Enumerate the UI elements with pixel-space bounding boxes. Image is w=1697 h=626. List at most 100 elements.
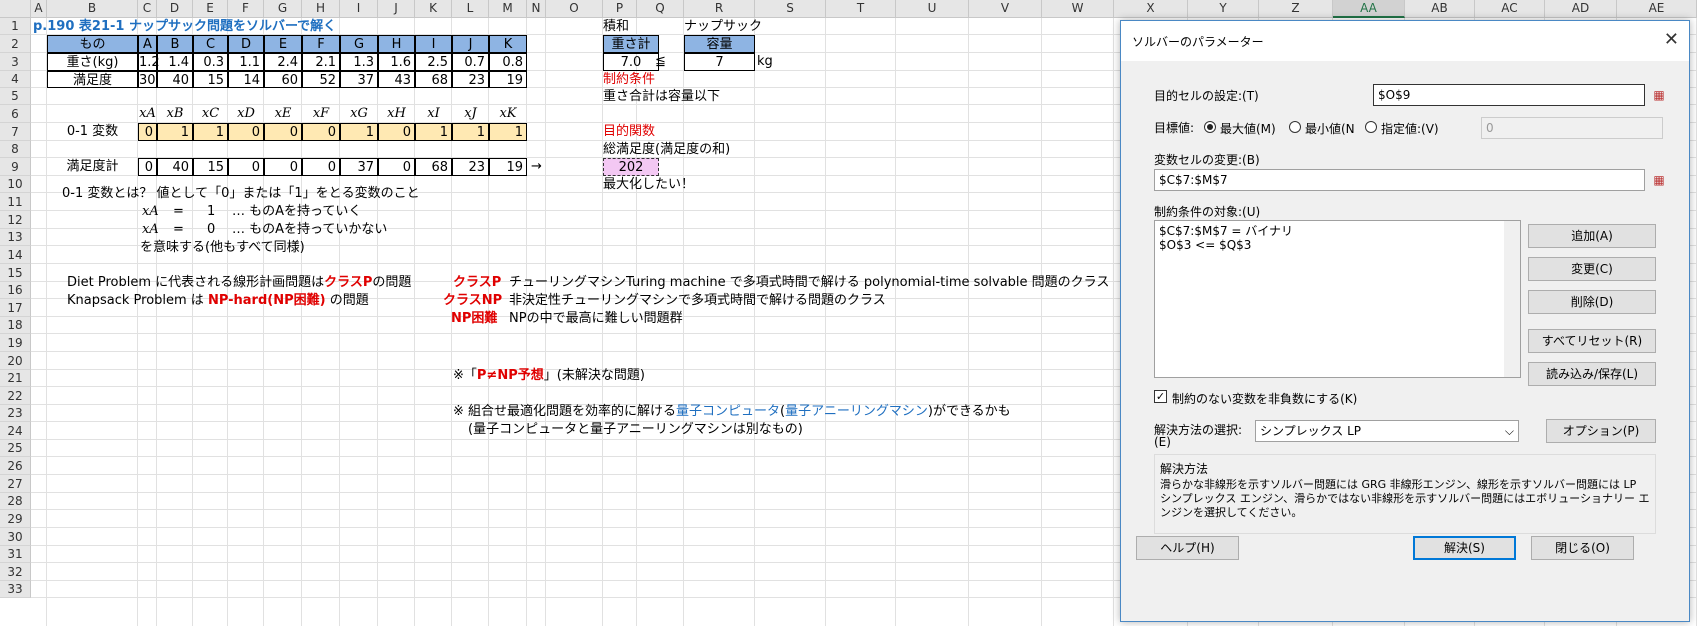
range-select-icon[interactable]: ▦ <box>1648 85 1670 105</box>
var-name[interactable]: xD <box>228 105 264 123</box>
column-header-U[interactable]: U <box>896 0 969 18</box>
var-name[interactable]: xI <box>415 105 452 123</box>
total-value[interactable]: 0 <box>138 158 157 176</box>
row-header-10[interactable]: 10 <box>0 176 31 193</box>
vars-input[interactable]: $C$7:$M$7 <box>1154 169 1645 191</box>
row-header-7[interactable]: 7 <box>0 123 31 141</box>
satisfaction-value[interactable]: 40 <box>157 71 193 88</box>
total-value[interactable]: 40 <box>157 158 193 176</box>
radio-value[interactable] <box>1365 121 1377 133</box>
sumprod-label[interactable]: 積和 <box>603 18 637 35</box>
leq-symbol[interactable]: ≦ <box>637 53 684 71</box>
var-name[interactable]: xB <box>157 105 193 123</box>
maximize-text[interactable]: 最大化したい！ <box>603 176 753 193</box>
binary-value[interactable]: 1 <box>340 123 378 141</box>
total-value[interactable]: 23 <box>452 158 489 176</box>
solver-parameters-dialog[interactable]: ソルバーのパラメーター ✕ 目的セルの設定:(T) $O$9 ▦ 目標値: 最大… <box>1120 20 1690 622</box>
row-header-28[interactable]: 28 <box>0 493 31 510</box>
load-save-button[interactable]: 読み込み/保存(L) <box>1528 362 1656 386</box>
column-header-P[interactable]: P <box>603 0 637 18</box>
column-header-I[interactable]: I <box>340 0 378 18</box>
binary-value[interactable]: 0 <box>378 123 415 141</box>
row-header-3[interactable]: 3 <box>0 53 31 71</box>
item-name[interactable]: D <box>228 35 264 53</box>
column-header-Z[interactable]: Z <box>1259 0 1333 18</box>
reset-all-button[interactable]: すべてリセット(R) <box>1528 329 1656 353</box>
column-header-AB[interactable]: AB <box>1405 0 1475 18</box>
add-button[interactable]: 追加(A) <box>1528 224 1656 248</box>
row-header-8[interactable]: 8 <box>0 141 31 158</box>
row-header-5[interactable]: 5 <box>0 88 31 105</box>
satisfaction-value[interactable]: 23 <box>452 71 489 88</box>
var-name[interactable]: xH <box>378 105 415 123</box>
column-header-A[interactable]: A <box>31 0 47 18</box>
range-select-icon[interactable]: ▦ <box>1648 170 1670 190</box>
row-header-4[interactable]: 4 <box>0 71 31 88</box>
column-header-G[interactable]: G <box>264 0 302 18</box>
constraint-text[interactable]: 重さ合計は容量以下 <box>603 88 753 105</box>
binary-label[interactable]: 0-1 変数 <box>47 123 138 141</box>
delete-button[interactable]: 削除(D) <box>1528 290 1656 314</box>
dialog-titlebar[interactable]: ソルバーのパラメーター ✕ <box>1121 21 1689 61</box>
column-header-X[interactable]: X <box>1114 0 1188 18</box>
column-header-T[interactable]: T <box>826 0 896 18</box>
row-header-6[interactable]: 6 <box>0 105 31 123</box>
total-value[interactable]: 68 <box>415 158 452 176</box>
item-name[interactable]: J <box>452 35 489 53</box>
row-header-1[interactable]: 1 <box>0 18 31 35</box>
constraint-item[interactable]: $C$7:$M$7 = バイナリ <box>1159 224 1293 238</box>
weight-value[interactable]: 2.5 <box>415 53 452 71</box>
row-header-30[interactable]: 30 <box>0 528 31 546</box>
capacity-value[interactable]: 7 <box>684 53 755 71</box>
row-header-25[interactable]: 25 <box>0 440 31 457</box>
radio-value-label[interactable]: 指定値:(V) <box>1381 120 1439 137</box>
weight-value[interactable]: 1.6 <box>378 53 415 71</box>
options-button[interactable]: オプション(P) <box>1546 419 1656 443</box>
objective-input[interactable]: $O$9 <box>1373 84 1645 106</box>
binary-value[interactable]: 0 <box>264 123 302 141</box>
column-header-O[interactable]: O <box>546 0 603 18</box>
total-value[interactable]: 0 <box>228 158 264 176</box>
kg-unit[interactable]: kg <box>755 53 826 71</box>
constraint-item[interactable]: $O$3 <= $Q$3 <box>1159 238 1251 252</box>
total-value[interactable]: 0 <box>302 158 340 176</box>
constraints-list[interactable]: $C$7:$M$7 = バイナリ $O$3 <= $Q$3 <box>1154 220 1521 378</box>
weight-value[interactable]: 2.4 <box>264 53 302 71</box>
row-header-9[interactable]: 9 <box>0 158 31 176</box>
satisfaction-label[interactable]: 満足度 <box>47 71 138 88</box>
row-header-23[interactable]: 23 <box>0 405 31 422</box>
row-header-24[interactable]: 24 <box>0 422 31 440</box>
change-button[interactable]: 変更(C) <box>1528 257 1656 281</box>
total-value[interactable]: 15 <box>193 158 228 176</box>
binary-value[interactable]: 0 <box>302 123 340 141</box>
constraint-title[interactable]: 制約条件 <box>603 71 753 88</box>
var-name[interactable]: xK <box>489 105 527 123</box>
binary-value[interactable]: 1 <box>452 123 489 141</box>
column-header-F[interactable]: F <box>228 0 264 18</box>
objective-value[interactable]: 202 <box>603 158 659 176</box>
method-select[interactable]: シンプレックス LP ⌵ <box>1255 420 1519 442</box>
sheet-title[interactable]: p.190 表21-1 ナップサック問題をソルバーで解く <box>31 18 491 35</box>
value-input[interactable]: 0 <box>1481 117 1663 139</box>
row-header-18[interactable]: 18 <box>0 317 31 334</box>
column-header-W[interactable]: W <box>1042 0 1114 18</box>
column-header-N[interactable]: N <box>527 0 546 18</box>
weight-value[interactable]: 1.3 <box>340 53 378 71</box>
satisfaction-value[interactable]: 37 <box>340 71 378 88</box>
satisfaction-value[interactable]: 60 <box>264 71 302 88</box>
weight-value[interactable]: 1.2 <box>138 53 160 71</box>
row-header-12[interactable]: 12 <box>0 211 31 229</box>
row-header-13[interactable]: 13 <box>0 229 31 246</box>
var-name[interactable]: xA <box>138 105 157 123</box>
column-header-R[interactable]: R <box>684 0 755 18</box>
row-header-19[interactable]: 19 <box>0 334 31 352</box>
column-header-Y[interactable]: Y <box>1188 0 1259 18</box>
total-value[interactable]: 37 <box>340 158 378 176</box>
column-header-B[interactable]: B <box>47 0 138 18</box>
select-all-corner[interactable] <box>0 0 31 18</box>
column-header-M[interactable]: M <box>489 0 527 18</box>
item-name[interactable]: A <box>138 35 157 53</box>
column-header-Q[interactable]: Q <box>637 0 684 18</box>
weight-value[interactable]: 1.1 <box>228 53 264 71</box>
weight-value[interactable]: 0.7 <box>452 53 489 71</box>
